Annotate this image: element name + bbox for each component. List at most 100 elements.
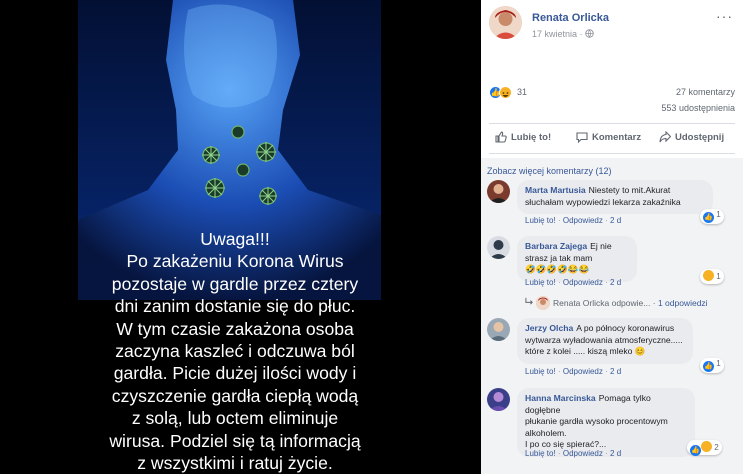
badge-count: 1 [716,272,721,281]
more-options-button[interactable]: ··· [716,8,733,24]
commenter-name[interactable]: Jerzy Olcha [525,323,573,333]
reply-author: Renata Orlicka [553,298,610,308]
like-icon: 👍 [703,361,714,372]
comment-like-link[interactable]: Lubię to! [525,278,556,287]
reply-suffix: odpowie... [611,298,651,308]
comment-like-link[interactable]: Lubię to! [525,367,556,376]
haha-icon [701,441,712,452]
reaction-badge[interactable]: 👍 1 [700,358,724,373]
comment-bubble: Hanna Marcinska Pomaga tylko dogłębne płu… [517,388,695,457]
caption-line: z solą, lub octem eliminuje [131,408,339,429]
caption-line: wirusa. Podziel się tą informacją [109,430,361,451]
comment-bubble: Marta Martusia Niestety to mit.Akurat słu… [517,180,713,214]
comments-section: Zobacz więcej komentarzy (12) Marta Mart… [481,158,743,474]
comment-label: Komentarz [592,132,642,143]
caption-line: zaczyna kaszleć i odczuwa ból [115,341,355,362]
see-more-comments-link[interactable]: Zobacz więcej komentarzy (12) [487,166,612,176]
comment-text: które z kolei ..... kiszą mleko 😊 [525,346,646,356]
like-icon [495,131,507,143]
reaction-badge[interactable]: 👍 1 [700,209,724,224]
author-avatar[interactable] [489,6,522,39]
replies-link[interactable]: Renata Orlicka odpowie... · 1 odpowiedzi [525,296,708,310]
reaction-badge[interactable]: 1 [700,269,724,284]
comment-time[interactable]: 2 d [610,449,621,458]
replies-count: 1 odpowiedzi [657,298,708,308]
divider [489,153,735,154]
comment-footer: Lubię to! · Odpowiedz · 2 d [525,278,621,287]
separator: · [605,278,608,287]
haha-icon [703,270,714,281]
comment-text: 🤣🤣🤣🤣😂😂 [525,264,590,274]
caption-line: z wszystkimi i ratuj życie. [137,453,333,474]
comment-like-link[interactable]: Lubię to! [525,216,556,225]
comment-text: alkoholem. [525,427,567,438]
comment-like-link[interactable]: Lubię to! [525,449,556,458]
comment-text: płukanie gardła wysoko procentowym [525,416,668,426]
avatar[interactable] [487,180,510,203]
comment-time[interactable]: 2 d [610,278,621,287]
share-count[interactable]: 553 udostępnienia [661,103,735,113]
avatar[interactable] [487,318,510,341]
comment-count[interactable]: 27 komentarzy [676,87,735,97]
badge-count: 2 [714,443,719,452]
comment-time[interactable]: 2 d [610,216,621,225]
separator: · [557,449,561,458]
comment-reply-link[interactable]: Odpowiedz [563,278,603,287]
comment-button[interactable]: Komentarz [576,131,642,144]
badge-count: 1 [716,210,721,219]
post-date[interactable]: 17 kwietnia [532,29,577,39]
post-image-caption: Uwaga!!! Po zakażeniu Korona Wirus pozos… [70,228,400,474]
share-button[interactable]: Udostępnij [659,130,725,143]
comment-reply-link[interactable]: Odpowiedz [563,367,603,376]
author-name[interactable]: Renata Orlicka [532,12,609,24]
comment-text: Niestety to mit.Akurat [588,185,671,195]
badge-count: 1 [716,359,721,368]
comment-footer: Lubię to! · Odpowiedz · 2 d [525,449,621,458]
like-button[interactable]: Lubię to! [495,131,551,143]
comment-bubble: Barbara Zajega Ej nie strasz ja tak mam 🤣… [517,236,637,282]
post-sidebar: Renata Orlicka 17 kwietnia · ··· 👍 31 27… [481,0,743,474]
post-actions: Lubię to! Komentarz Udostępnij [481,128,743,150]
caption-line: Uwaga!!! [200,229,270,249]
reply-arrow-icon [525,297,533,305]
separator: · [605,367,608,376]
avatar[interactable] [487,388,510,411]
caption-line: gardła. Picie dużej ilości wody i [113,363,357,384]
commenter-name[interactable]: Barbara Zajega [525,241,587,251]
comment-footer: Lubię to! · Odpowiedz · 2 d [525,216,621,225]
like-label: Lubię to! [511,132,552,143]
share-icon [659,130,672,143]
comment-text: wytwarza wyładowania atmosferyczne..... [525,334,683,345]
post-media[interactable]: Uwaga!!! Po zakażeniu Korona Wirus pozos… [0,0,481,474]
separator: · [557,367,561,376]
divider [489,123,735,124]
caption-line: W tym czasie zakażona osoba [116,318,354,339]
share-label: Udostępnij [675,132,725,143]
comment-text: I po co się spierać?... [525,439,607,449]
post-meta: 17 kwietnia · [532,29,594,39]
haha-icon [499,86,512,99]
commenter-name[interactable]: Marta Martusia [525,185,586,195]
commenter-name[interactable]: Hanna Marcinska [525,393,596,403]
avatar[interactable] [487,236,510,259]
separator: · [557,278,561,287]
comment-time[interactable]: 2 d [610,367,621,376]
reaction-count: 31 [517,87,528,97]
globe-icon [585,29,594,38]
separator: · [605,216,608,225]
comment-footer: Lubię to! · Odpowiedz · 2 d [525,367,621,376]
comment-text: słuchałam wypowiedzi lekarza zakaźnika [525,196,681,207]
caption-line: czyszczenie gardła ciepłą wodą [111,385,359,406]
comment-text: A po północy koronawirus [576,323,675,333]
comment-reply-link[interactable]: Odpowiedz [563,449,603,458]
caption-line: dni zanim dostanie się do płuc. [114,296,356,317]
reaction-badge[interactable]: 👍 2 [687,440,722,456]
comment-reply-link[interactable]: Odpowiedz [563,216,603,225]
separator: · [605,449,608,458]
like-icon: 👍 [703,212,714,223]
like-icon: 👍 [690,445,701,456]
avatar [536,296,550,310]
caption-line: Po zakażeniu Korona Wirus [126,251,344,272]
separator: · [557,216,561,225]
meta-separator: · [579,29,583,39]
